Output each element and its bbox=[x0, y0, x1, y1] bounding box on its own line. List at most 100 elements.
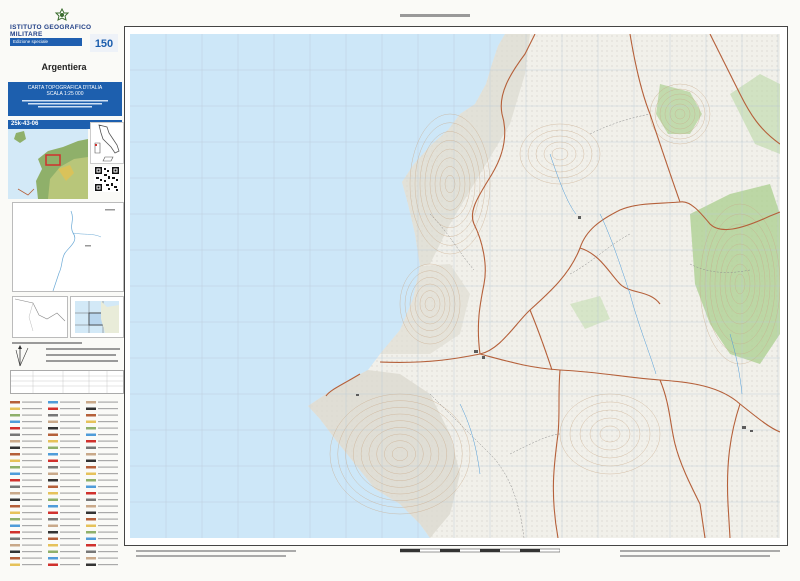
legend-swatch bbox=[48, 518, 58, 521]
coordinate-table bbox=[10, 370, 124, 394]
series-box: CARTA TOPOGRAFICA D'ITALIA SCALA 1:25 00… bbox=[8, 82, 122, 116]
topographic-map[interactable] bbox=[130, 34, 780, 538]
legend-text-line bbox=[22, 408, 42, 410]
sheet-code: 25k-43-06 bbox=[11, 121, 39, 127]
legend-swatch bbox=[48, 407, 58, 410]
legend-swatch bbox=[86, 414, 96, 417]
legend-text-line bbox=[60, 564, 80, 566]
legend-swatch bbox=[10, 427, 20, 430]
legend-swatch bbox=[86, 537, 96, 540]
adjacent-map-graphic bbox=[14, 298, 66, 332]
legend-text-line bbox=[22, 531, 42, 533]
legend-swatch bbox=[10, 505, 20, 508]
legend-text-line bbox=[60, 518, 80, 520]
settlement bbox=[750, 430, 753, 432]
legend-text-line bbox=[60, 414, 80, 416]
legend-text-line bbox=[60, 401, 80, 403]
legend-swatch bbox=[86, 459, 96, 462]
legend-text-line bbox=[98, 460, 118, 462]
legend-text-line bbox=[98, 414, 118, 416]
legend-swatch bbox=[10, 401, 20, 404]
legend-swatch bbox=[48, 446, 58, 449]
legend-text-line bbox=[60, 473, 80, 475]
legend-swatch bbox=[86, 505, 96, 508]
legend-swatch bbox=[48, 440, 58, 443]
legend-text-line bbox=[60, 434, 80, 436]
settlement bbox=[356, 394, 359, 396]
legend-text-line bbox=[22, 434, 42, 436]
legend-text-line bbox=[22, 551, 42, 553]
legend-text-line bbox=[60, 525, 80, 527]
legend-text-line bbox=[98, 479, 118, 481]
legend-swatch bbox=[48, 544, 58, 547]
sheet-grid-graphic bbox=[75, 301, 119, 333]
map-graphic bbox=[130, 34, 780, 538]
legend-swatch bbox=[10, 524, 20, 527]
location-index-map bbox=[8, 129, 88, 199]
legend-swatch bbox=[48, 492, 58, 495]
legend-swatch bbox=[86, 563, 96, 566]
agency-header: Istituto Geografico Militare Edizione sp… bbox=[10, 8, 122, 52]
legend-swatch bbox=[48, 524, 58, 527]
legend-swatch bbox=[86, 401, 96, 404]
legend-text-line bbox=[98, 538, 118, 540]
legend-text-line bbox=[98, 531, 118, 533]
legend-swatch bbox=[10, 414, 20, 417]
legend-text-line bbox=[22, 473, 42, 475]
anniversary-badge-text: 150 bbox=[95, 38, 113, 50]
fine-print-line bbox=[46, 360, 118, 362]
legend-swatch bbox=[48, 498, 58, 501]
legend-swatch bbox=[48, 531, 58, 534]
legend-swatch bbox=[10, 407, 20, 410]
legend-text-line bbox=[22, 564, 42, 566]
settlement bbox=[482, 356, 485, 359]
footer-note bbox=[620, 550, 780, 552]
legend-swatch bbox=[86, 466, 96, 469]
legend-swatch bbox=[48, 401, 58, 404]
legend-swatch bbox=[86, 446, 96, 449]
legend-text-line bbox=[98, 518, 118, 520]
legend-text-line bbox=[60, 544, 80, 546]
legend-swatch bbox=[86, 485, 96, 488]
legend-swatch bbox=[48, 427, 58, 430]
legend-swatch bbox=[86, 407, 96, 410]
series-fine-print bbox=[22, 100, 108, 108]
legend-text-line bbox=[60, 440, 80, 442]
settlement bbox=[578, 216, 581, 219]
legend-text-line bbox=[98, 434, 118, 436]
legend-text-line bbox=[98, 401, 118, 403]
north-arrows-icon bbox=[15, 345, 29, 367]
legend-text-line bbox=[60, 505, 80, 507]
legend-text-line bbox=[60, 421, 80, 423]
legend-text-line bbox=[22, 486, 42, 488]
legend-swatch bbox=[86, 440, 96, 443]
legend-swatch bbox=[48, 472, 58, 475]
legend-text-line bbox=[22, 453, 42, 455]
legend-text-line bbox=[22, 479, 42, 481]
legend-swatch bbox=[10, 518, 20, 521]
legend-text-line bbox=[60, 512, 80, 514]
legend-swatch bbox=[10, 453, 20, 456]
legend-text-line bbox=[22, 512, 42, 514]
legend-swatch bbox=[48, 414, 58, 417]
legend-swatch bbox=[48, 537, 58, 540]
edition-label: Edizione speciale bbox=[10, 38, 82, 46]
legend-text-line bbox=[60, 557, 80, 559]
legend-text-line bbox=[22, 427, 42, 429]
legend-swatch bbox=[86, 472, 96, 475]
sheet-title: Argentiera bbox=[41, 62, 87, 72]
legend-swatch bbox=[86, 420, 96, 423]
legend-swatch bbox=[10, 479, 20, 482]
legend-text-line bbox=[98, 557, 118, 559]
legend-swatch bbox=[86, 557, 96, 560]
legend-swatch bbox=[48, 557, 58, 560]
legend-text-line bbox=[60, 466, 80, 468]
legend-text-line bbox=[22, 538, 42, 540]
legend-text-line bbox=[22, 544, 42, 546]
legend-text-line bbox=[60, 453, 80, 455]
legend-swatch bbox=[48, 563, 58, 566]
map-sheet: Istituto Geografico Militare Edizione sp… bbox=[0, 0, 800, 581]
legend-text-line bbox=[98, 512, 118, 514]
legend-swatch bbox=[10, 466, 20, 469]
legend-swatch bbox=[48, 505, 58, 508]
